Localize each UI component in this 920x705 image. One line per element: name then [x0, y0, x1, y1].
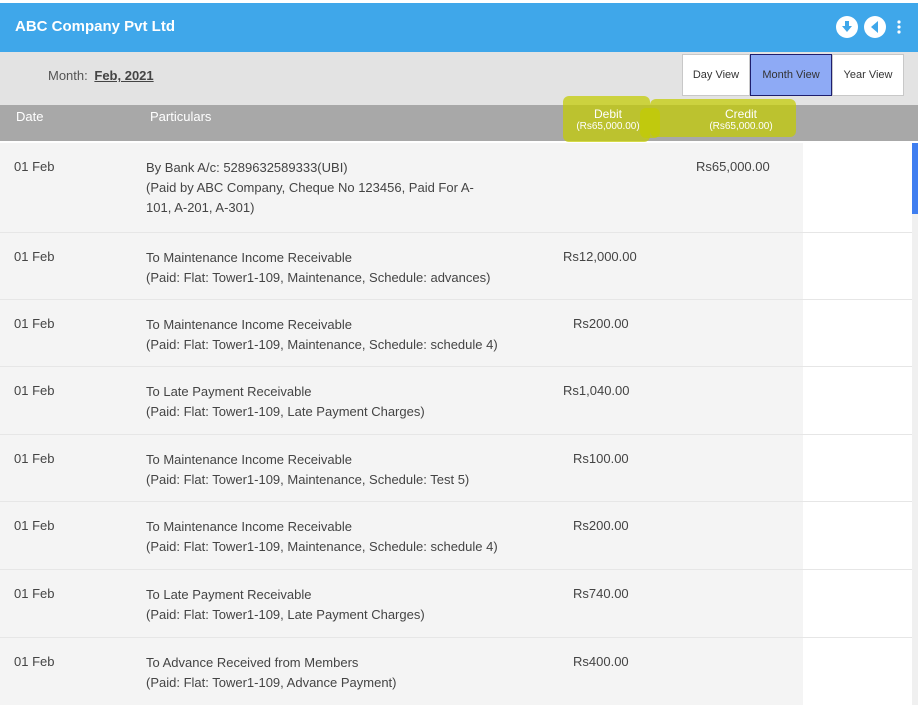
scrollbar-track[interactable]	[912, 143, 918, 705]
row-particulars: To Maintenance Income Receivable (Paid: …	[146, 315, 546, 355]
month-selector: Month: Feb, 2021	[48, 68, 154, 83]
row-particulars: To Maintenance Income Receivable (Paid: …	[146, 450, 546, 490]
month-value-link[interactable]: Feb, 2021	[94, 68, 153, 83]
row-date: 01 Feb	[14, 586, 55, 601]
ledger-row[interactable]: 01 Feb To Late Payment Receivable (Paid:…	[0, 570, 912, 638]
app-title: ABC Company Pvt Ltd	[15, 18, 176, 35]
ledger-row[interactable]: 01 Feb To Late Payment Receivable (Paid:…	[0, 367, 912, 435]
row-blank-area	[803, 367, 912, 434]
particulars-line: (Paid: Flat: Tower1-109, Late Payment Ch…	[146, 607, 425, 622]
row-credit: Rs65,000.00	[696, 159, 770, 174]
row-blank-area	[803, 435, 912, 501]
row-debit: Rs100.00	[573, 451, 629, 466]
particulars-line: To Late Payment Receivable	[146, 384, 312, 399]
column-header-labels: Debit (Rs65,000.00) Credit (Rs65,000.00)	[0, 105, 918, 141]
download-icon[interactable]	[836, 16, 858, 38]
filter-bar: Month: Feb, 2021 Day View Month View Yea…	[0, 52, 918, 105]
credit-column-header: Credit (Rs65,000.00)	[700, 107, 782, 132]
row-date: 01 Feb	[14, 451, 55, 466]
particulars-line: 101, A-201, A-301)	[146, 200, 255, 215]
particulars-line: (Paid: Flat: Tower1-109, Advance Payment…	[146, 675, 397, 690]
particulars-line: To Maintenance Income Receivable	[146, 519, 352, 534]
ledger-list: 01 Feb By Bank A/c: 5289632589333(UBI) (…	[0, 143, 912, 705]
row-debit: Rs1,040.00	[563, 383, 630, 398]
particulars-line: To Maintenance Income Receivable	[146, 452, 352, 467]
ledger-row[interactable]: 01 Feb To Advance Received from Members …	[0, 638, 912, 705]
day-view-button[interactable]: Day View	[682, 54, 750, 96]
particulars-line: To Maintenance Income Receivable	[146, 317, 352, 332]
row-debit: Rs740.00	[573, 586, 629, 601]
more-vertical-icon[interactable]	[892, 16, 906, 38]
row-debit: Rs200.00	[573, 518, 629, 533]
ledger-row[interactable]: 01 Feb To Maintenance Income Receivable …	[0, 502, 912, 570]
view-switcher: Day View Month View Year View	[682, 54, 904, 96]
debit-total: (Rs65,000.00)	[576, 121, 640, 132]
credit-total: (Rs65,000.00)	[709, 121, 773, 132]
particulars-line: (Paid by ABC Company, Cheque No 123456, …	[146, 180, 474, 195]
particulars-line: (Paid: Flat: Tower1-109, Maintenance, Sc…	[146, 337, 498, 352]
row-blank-area	[803, 638, 912, 705]
row-blank-area	[803, 570, 912, 637]
particulars-line: (Paid: Flat: Tower1-109, Maintenance, Sc…	[146, 539, 498, 554]
row-date: 01 Feb	[14, 383, 55, 398]
row-particulars: By Bank A/c: 5289632589333(UBI) (Paid by…	[146, 158, 546, 218]
row-particulars: To Maintenance Income Receivable (Paid: …	[146, 517, 546, 557]
row-debit: Rs400.00	[573, 654, 629, 669]
row-particulars: To Maintenance Income Receivable (Paid: …	[146, 248, 546, 288]
back-arrow-icon[interactable]	[864, 16, 886, 38]
app-header: ABC Company Pvt Ltd	[0, 3, 918, 52]
row-date: 01 Feb	[14, 316, 55, 331]
row-debit: Rs12,000.00	[563, 249, 637, 264]
month-label: Month:	[48, 68, 88, 83]
particulars-line: To Late Payment Receivable	[146, 587, 312, 602]
row-blank-area	[803, 502, 912, 569]
particulars-line: To Maintenance Income Receivable	[146, 250, 352, 265]
credit-label: Credit	[724, 107, 757, 121]
row-particulars: To Late Payment Receivable (Paid: Flat: …	[146, 382, 546, 422]
debit-column-header: Debit (Rs65,000.00)	[567, 107, 649, 132]
particulars-line: By Bank A/c: 5289632589333(UBI)	[146, 160, 348, 175]
row-debit: Rs200.00	[573, 316, 629, 331]
particulars-line: (Paid: Flat: Tower1-109, Maintenance, Sc…	[146, 270, 491, 285]
row-particulars: To Late Payment Receivable (Paid: Flat: …	[146, 585, 546, 625]
particulars-line: (Paid: Flat: Tower1-109, Late Payment Ch…	[146, 404, 425, 419]
row-particulars: To Advance Received from Members (Paid: …	[146, 653, 546, 693]
month-view-button[interactable]: Month View	[750, 54, 832, 96]
row-blank-area	[803, 143, 912, 232]
row-date: 01 Feb	[14, 159, 55, 174]
row-date: 01 Feb	[14, 518, 55, 533]
ledger-row[interactable]: 01 Feb By Bank A/c: 5289632589333(UBI) (…	[0, 143, 912, 233]
row-blank-area	[803, 300, 912, 366]
ledger-row[interactable]: 01 Feb To Maintenance Income Receivable …	[0, 435, 912, 502]
ledger-row[interactable]: 01 Feb To Maintenance Income Receivable …	[0, 300, 912, 367]
row-blank-area	[803, 233, 912, 299]
ledger-row[interactable]: 01 Feb To Maintenance Income Receivable …	[0, 233, 912, 300]
particulars-line: To Advance Received from Members	[146, 655, 359, 670]
particulars-line: (Paid: Flat: Tower1-109, Maintenance, Sc…	[146, 472, 470, 487]
row-date: 01 Feb	[14, 249, 55, 264]
debit-label: Debit	[593, 107, 622, 121]
header-actions	[836, 16, 906, 38]
row-date: 01 Feb	[14, 654, 55, 669]
scrollbar-thumb[interactable]	[912, 143, 918, 214]
year-view-button[interactable]: Year View	[832, 54, 904, 96]
